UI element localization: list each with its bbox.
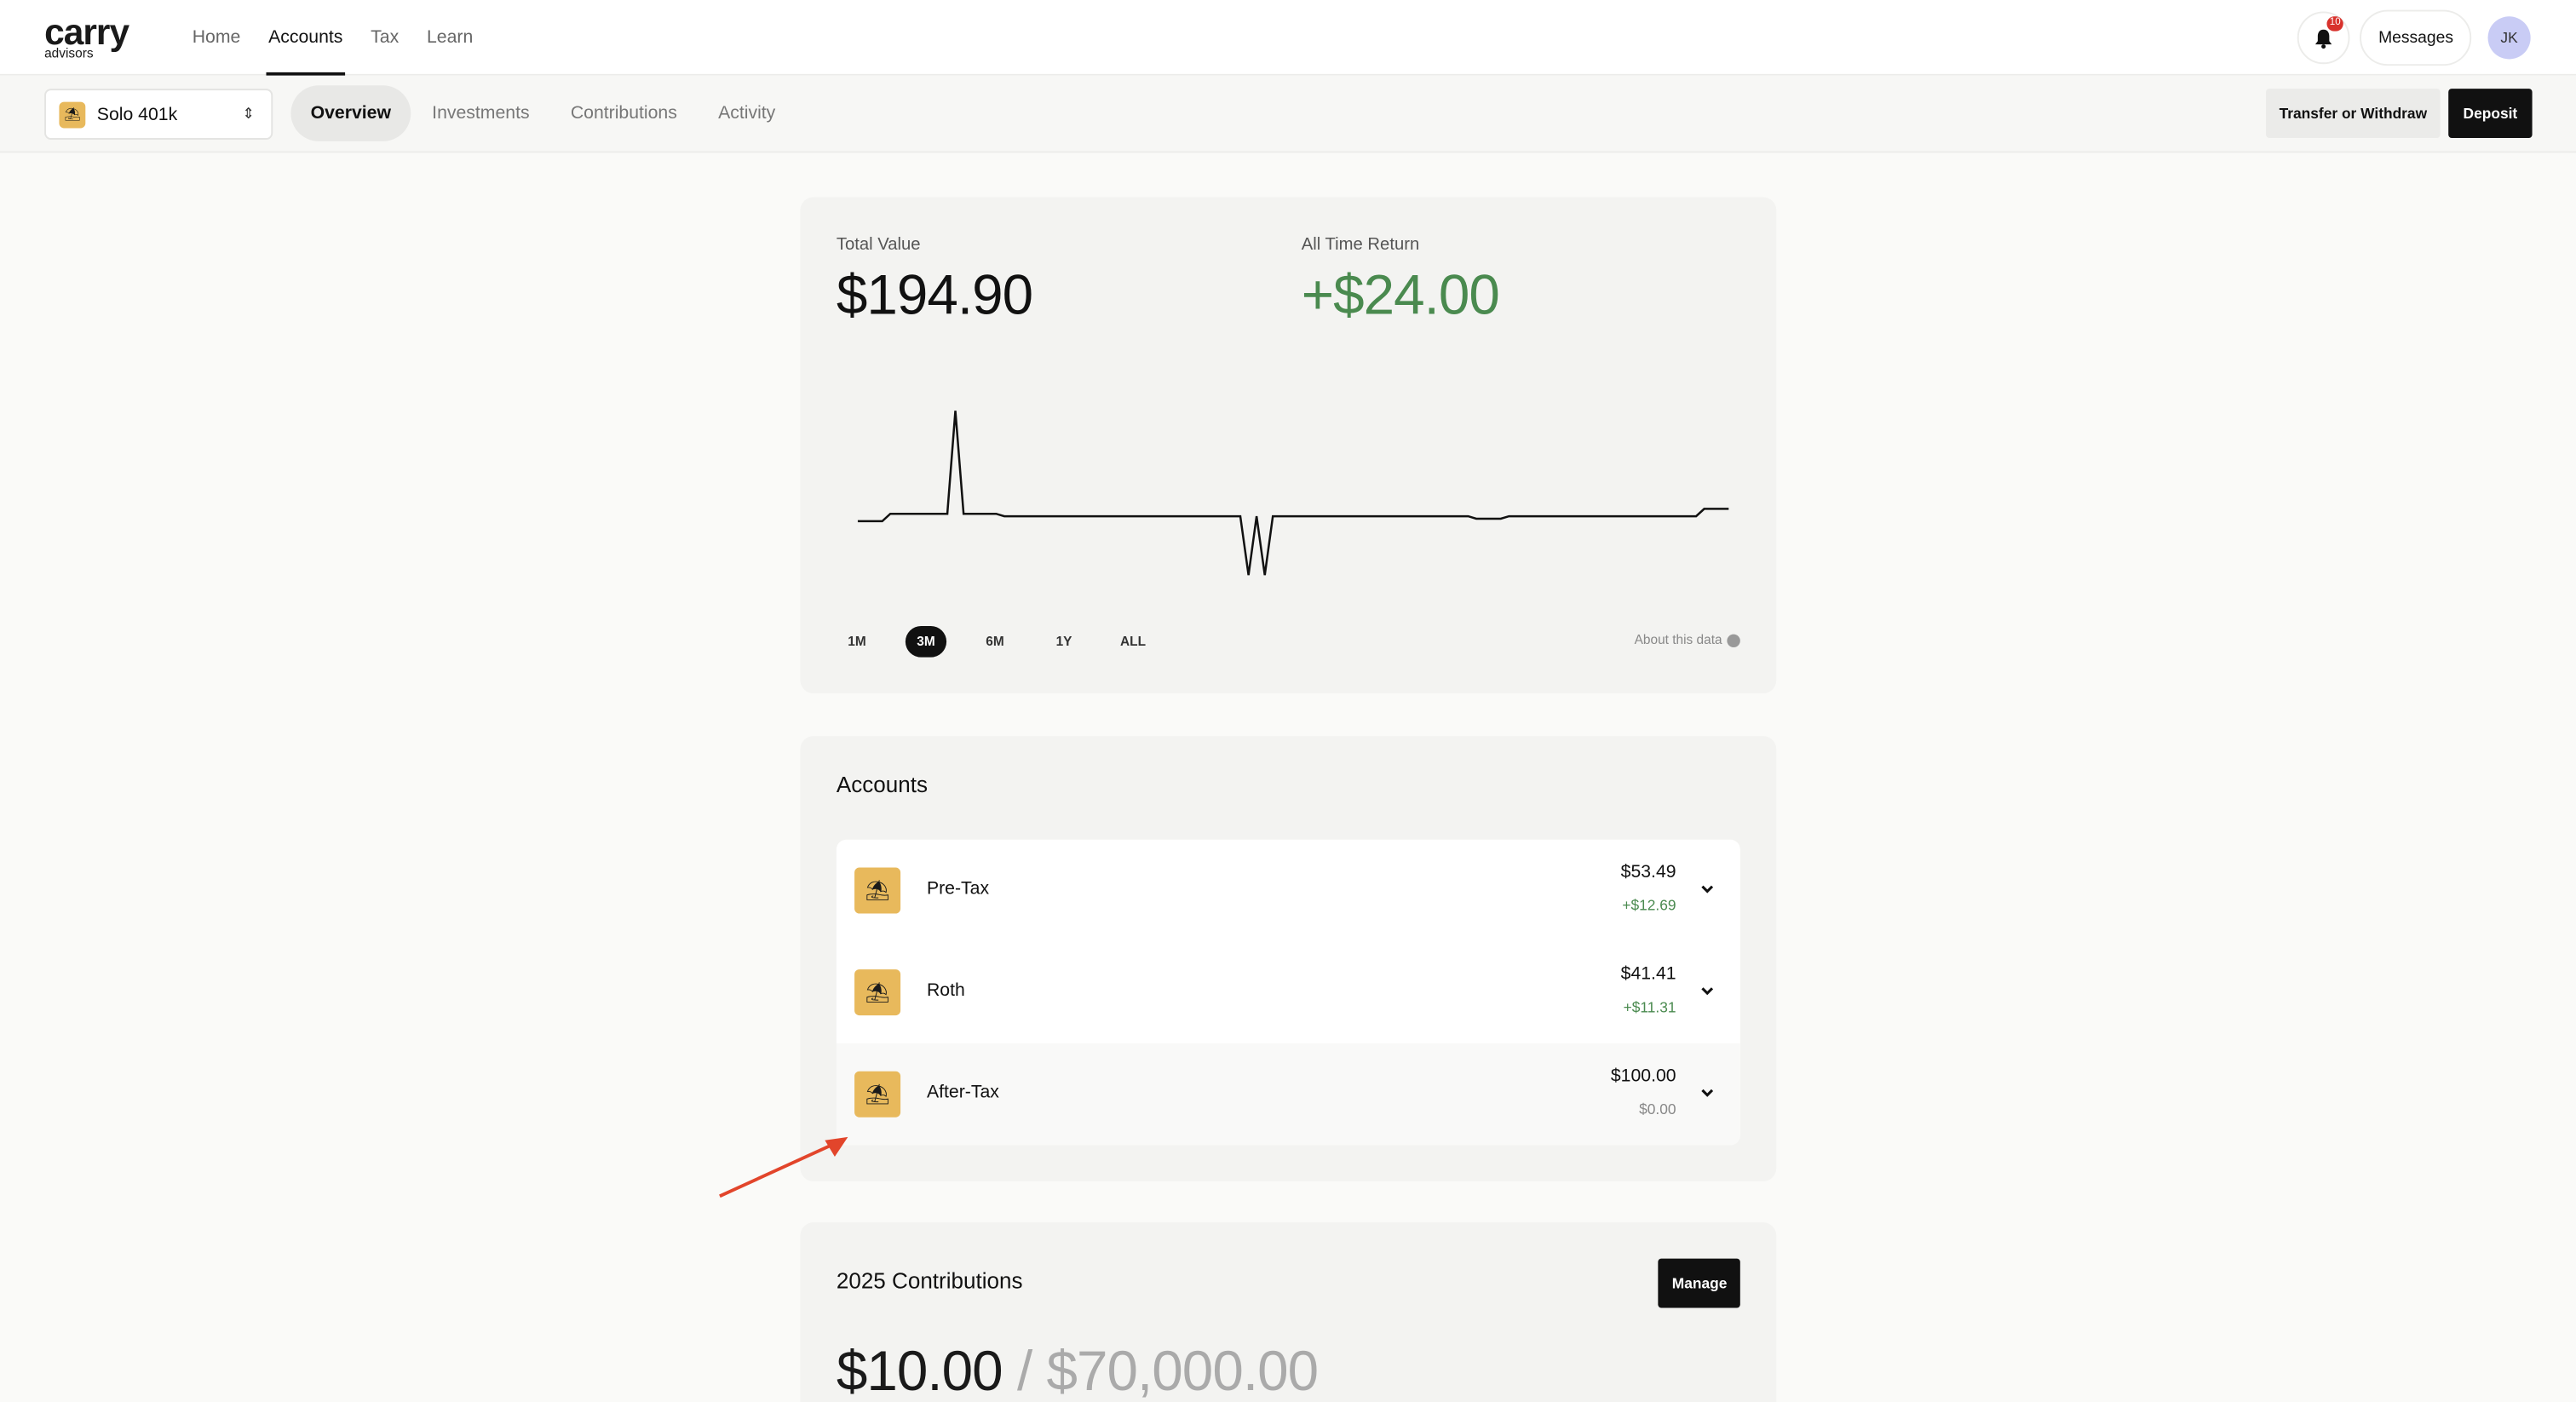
chevron-down-icon[interactable]	[1698, 981, 1717, 1001]
contribution-amount: $10.00 / $70,000.00	[836, 1341, 1320, 1402]
avatar[interactable]: JK	[2487, 16, 2531, 60]
account-change: +$12.69	[1622, 897, 1676, 914]
messages-button[interactable]: Messages	[2360, 9, 2472, 66]
tab-contributions[interactable]: Contributions	[551, 85, 697, 141]
account-subbar: ⛱ Solo 401k ⇕ Overview Investments Contr…	[0, 75, 2576, 153]
annotation-arrow-icon	[719, 1136, 848, 1198]
about-data-link[interactable]: About this data	[1635, 633, 1740, 647]
accounts-card: Accounts ⛱ Pre-Tax $53.49 +$12.69 ⛱ Roth…	[800, 736, 1777, 1181]
range-1m[interactable]: 1M	[837, 626, 877, 658]
accounts-list: ⛱ Pre-Tax $53.49 +$12.69 ⛱ Roth $41.41 +…	[836, 839, 1740, 1146]
account-name: After-Tax	[926, 1083, 999, 1103]
transfer-withdraw-button[interactable]: Transfer or Withdraw	[2266, 89, 2441, 139]
top-header: carry advisors Home Accounts Tax Learn 1…	[0, 0, 2576, 76]
account-change: +$11.31	[1623, 998, 1676, 1016]
range-1y[interactable]: 1Y	[1044, 626, 1084, 658]
account-selector[interactable]: ⛱ Solo 401k ⇕	[44, 89, 273, 140]
deposit-button[interactable]: Deposit	[2448, 89, 2533, 139]
total-value-label: Total Value	[836, 234, 921, 255]
chevron-down-icon[interactable]	[1698, 879, 1717, 899]
all-time-return-label: All Time Return	[1301, 234, 1420, 255]
range-selector: 1M 3M 6M 1Y ALL	[837, 625, 1153, 658]
umbrella-beach-icon: ⛱	[59, 101, 86, 128]
chevron-down-icon[interactable]	[1698, 1083, 1717, 1102]
subbar-actions: Transfer or Withdraw Deposit	[2266, 89, 2533, 139]
contributions-title: 2025 Contributions	[836, 1268, 1023, 1294]
chart-series-line	[857, 411, 1729, 576]
account-balance: $100.00	[1610, 1066, 1676, 1087]
nav-learn[interactable]: Learn	[427, 0, 473, 76]
account-tabs: Overview Investments Contributions Activ…	[290, 85, 796, 141]
range-3m[interactable]: 3M	[905, 625, 947, 658]
all-time-return-value: +$24.00	[1301, 264, 1500, 327]
contribution-limit: $70,000.00	[1046, 1341, 1320, 1402]
account-selector-label: Solo 401k	[96, 104, 178, 124]
notifications-button[interactable]: 10	[2297, 11, 2351, 65]
nav-accounts[interactable]: Accounts	[267, 0, 345, 76]
overview-card: Total Value $194.90 All Time Return +$24…	[800, 197, 1777, 694]
amount-separator: /	[1016, 1341, 1032, 1402]
info-icon	[1727, 633, 1740, 647]
notification-badge: 10	[2326, 16, 2344, 32]
account-change: $0.00	[1639, 1100, 1676, 1118]
umbrella-beach-icon: ⛱	[854, 867, 901, 914]
contributions-card: 2025 Contributions Manage $10.00 / $70,0…	[800, 1222, 1777, 1402]
account-balance: $53.49	[1620, 862, 1676, 882]
range-all[interactable]: ALL	[1113, 626, 1153, 658]
value-line-chart[interactable]	[833, 378, 1753, 592]
account-balance: $41.41	[1620, 964, 1676, 985]
tab-investments[interactable]: Investments	[412, 85, 549, 141]
contributed-amount: $10.00	[836, 1341, 1003, 1402]
chevron-up-down-icon: ⇕	[242, 105, 255, 122]
account-row-roth[interactable]: ⛱ Roth $41.41 +$11.31	[837, 941, 1740, 1043]
account-name: Pre-Tax	[926, 879, 990, 899]
account-row-after-tax[interactable]: ⛱ After-Tax $100.00 $0.00	[836, 1043, 1740, 1146]
about-data-label: About this data	[1634, 632, 1722, 648]
range-6m[interactable]: 6M	[975, 626, 1015, 658]
account-name: Roth	[926, 980, 965, 1001]
tab-overview[interactable]: Overview	[290, 85, 411, 141]
accounts-title: Accounts	[836, 772, 928, 797]
nav-home[interactable]: Home	[193, 0, 241, 76]
nav-tax[interactable]: Tax	[371, 0, 399, 76]
carry-logo[interactable]: carry advisors	[44, 14, 129, 60]
page: carry advisors Home Accounts Tax Learn 1…	[0, 0, 2576, 1402]
umbrella-beach-icon: ⛱	[854, 969, 901, 1016]
account-row-pre-tax[interactable]: ⛱ Pre-Tax $53.49 +$12.69	[837, 840, 1740, 942]
umbrella-beach-icon: ⛱	[854, 1071, 901, 1118]
main-nav: Home Accounts Tax Learn	[193, 0, 474, 76]
total-value: $194.90	[836, 264, 1033, 327]
header-actions: 10 Messages JK	[2297, 9, 2531, 66]
manage-button[interactable]: Manage	[1659, 1258, 1740, 1308]
tab-activity[interactable]: Activity	[699, 85, 796, 141]
